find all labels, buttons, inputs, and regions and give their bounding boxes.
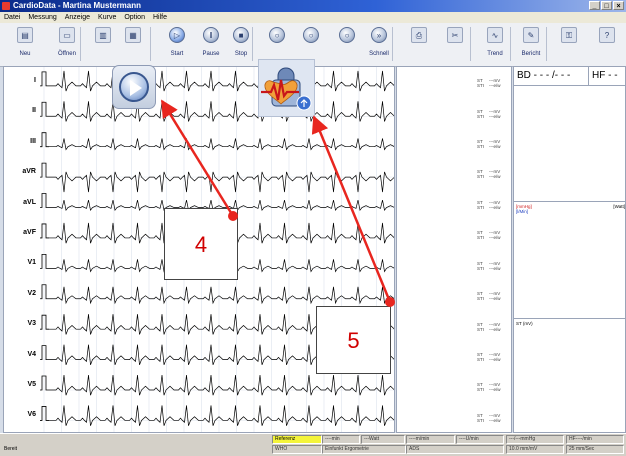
arrow-5-dot [385,297,395,307]
arrow-5 [311,115,392,303]
arrow-4-dot [228,211,238,221]
arrow-4 [160,99,235,217]
annotation-arrows [160,99,395,307]
